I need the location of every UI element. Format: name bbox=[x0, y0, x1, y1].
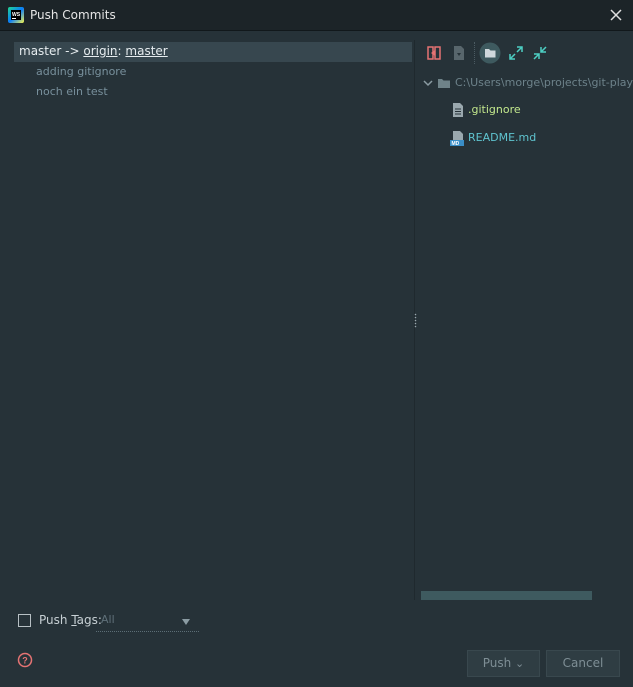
folder-icon bbox=[438, 79, 450, 88]
push-button-label: Push bbox=[482, 656, 512, 670]
tags-select[interactable]: All bbox=[96, 610, 199, 632]
dropdown-arrow-icon bbox=[182, 619, 190, 625]
target-branch-link[interactable]: master bbox=[125, 44, 167, 58]
root-path: C:\Users\morge\projects\git-play bbox=[455, 76, 633, 89]
commit-item[interactable]: adding gitignore bbox=[36, 65, 126, 78]
markdown-file-icon: MD bbox=[450, 131, 464, 146]
commit-item[interactable]: noch ein test bbox=[36, 85, 108, 98]
webstorm-app-icon: WS bbox=[8, 7, 24, 23]
splitter-handle[interactable] bbox=[414, 313, 417, 328]
cancel-button[interactable]: Cancel bbox=[546, 650, 620, 677]
file-row[interactable]: MD README.md bbox=[450, 129, 630, 147]
push-tags-label: Push Tags: bbox=[39, 613, 102, 627]
push-tags-label-text: Push bbox=[39, 613, 72, 627]
branch-arrow: -> bbox=[65, 44, 80, 58]
toolbar-separator bbox=[474, 42, 476, 64]
changes-panel: C:\Users\morge\projects\git-play .gitign… bbox=[418, 40, 633, 602]
push-dropdown-icon[interactable]: ⌄ bbox=[515, 657, 524, 670]
collapse-all-icon[interactable] bbox=[531, 44, 549, 62]
push-tags-checkbox[interactable] bbox=[18, 614, 31, 627]
file-icon bbox=[453, 103, 463, 117]
edit-source-icon[interactable] bbox=[450, 44, 468, 62]
svg-text:?: ? bbox=[22, 656, 28, 666]
expand-all-icon[interactable] bbox=[507, 44, 525, 62]
file-name: .gitignore bbox=[468, 103, 521, 116]
close-icon[interactable] bbox=[606, 5, 626, 25]
tags-select-value: All bbox=[101, 613, 115, 626]
title-bar: WS Push Commits bbox=[0, 0, 633, 31]
file-row[interactable]: .gitignore bbox=[450, 101, 630, 119]
horizontal-scrollbar[interactable] bbox=[421, 591, 592, 600]
svg-text:WS: WS bbox=[12, 12, 21, 18]
commits-panel: master -> origin: master adding gitignor… bbox=[11, 40, 415, 600]
file-name: README.md bbox=[468, 131, 537, 144]
local-branch: master bbox=[19, 44, 62, 58]
push-button[interactable]: Push ⌄ bbox=[467, 650, 540, 677]
svg-text:MD: MD bbox=[452, 141, 460, 146]
show-diff-icon[interactable] bbox=[425, 44, 443, 62]
chevron-down-icon[interactable] bbox=[423, 78, 433, 88]
window-title: Push Commits bbox=[30, 8, 116, 22]
branch-row[interactable]: master -> origin: master bbox=[14, 42, 412, 62]
group-by-directory-icon[interactable] bbox=[479, 42, 501, 64]
remote-link[interactable]: origin bbox=[83, 44, 117, 58]
branch-separator: : bbox=[117, 44, 122, 58]
help-icon[interactable]: ? bbox=[17, 652, 33, 668]
